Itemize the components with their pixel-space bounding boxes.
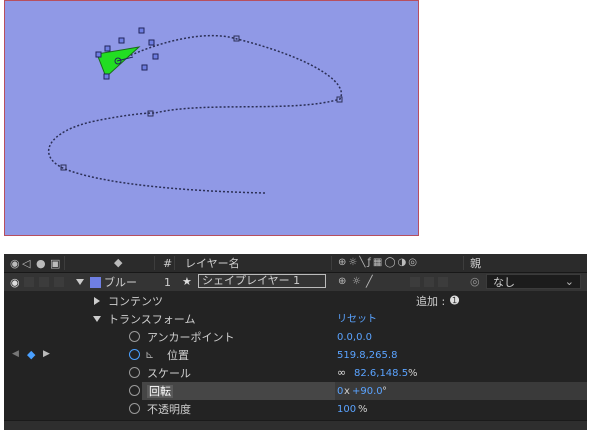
contents-row[interactable]: コンテンツ 追加 : ➊: [4, 292, 587, 310]
solo-icon[interactable]: ●: [36, 257, 46, 270]
motion-path-canvas: [47, 27, 343, 194]
position-label: 位置: [167, 349, 189, 362]
stopwatch-icon[interactable]: [129, 331, 140, 342]
rotation-value[interactable]: +90.0: [352, 385, 383, 398]
contents-label: コンテンツ: [108, 295, 163, 308]
parent-select-value: なし: [493, 276, 515, 289]
transform-label: トランスフォーム: [108, 313, 196, 326]
label-color-swatch[interactable]: [90, 277, 101, 288]
stopwatch-icon[interactable]: [129, 367, 140, 378]
column-parent: 親: [470, 257, 481, 270]
label-tag-icon[interactable]: ◆: [114, 256, 122, 269]
layer-row[interactable]: ◉ ブルー 1 ★ シェイプレイヤー 1 ⊕ ☼ ╱ ◎ なし ⌄: [4, 273, 587, 291]
collapse-transform-switch-icon[interactable]: ⊕: [338, 276, 346, 287]
shape-layer-triangle[interactable]: [96, 46, 141, 78]
constrain-proportions-link-icon[interactable]: ∞: [337, 366, 346, 379]
expand-layer-arrow-icon[interactable]: [76, 279, 84, 285]
opacity-unit: %: [358, 404, 368, 415]
rotation-turns[interactable]: 0: [337, 385, 343, 398]
rotation-unit: °: [382, 386, 387, 397]
layer-name-field[interactable]: シェイプレイヤー 1: [198, 274, 326, 288]
3d-switch[interactable]: [438, 277, 448, 287]
opacity-row[interactable]: 不透明度 100 %: [4, 400, 587, 418]
column-hash: #: [163, 257, 173, 270]
anchor-point-row[interactable]: アンカーポイント 0.0,0.0: [4, 328, 587, 346]
switches-icons: ⊕☼╲ƒ▦◯◑◎: [338, 257, 419, 268]
anchor-point-label: アンカーポイント: [147, 331, 235, 344]
expand-transform-arrow-icon[interactable]: [93, 316, 101, 322]
position-row[interactable]: ◀ ◆ ▶ ⊾ 位置 519.8,265.8: [4, 346, 587, 364]
transform-reset-link[interactable]: リセット: [337, 313, 377, 326]
stopwatch-icon[interactable]: [129, 403, 140, 414]
lock-switch[interactable]: [54, 277, 64, 287]
previous-keyframe-icon[interactable]: ◀: [12, 349, 19, 359]
column-header-row: ◉ ◁ ● ▣ ◆ # レイヤー名 ⊕☼╲ƒ▦◯◑◎ 親: [4, 254, 587, 273]
layer-index: 1: [164, 276, 171, 289]
scale-row[interactable]: スケール ∞ 82.6,148.5 %: [4, 364, 587, 382]
add-menu-icon[interactable]: ➊: [450, 294, 459, 307]
stopwatch-active-icon[interactable]: [129, 349, 140, 360]
transform-row[interactable]: トランスフォーム リセット: [4, 310, 587, 328]
keyframe-diamond-icon[interactable]: ◆: [27, 348, 35, 361]
parent-select[interactable]: なし ⌄: [486, 274, 581, 289]
audio-icon[interactable]: ◁: [22, 257, 30, 270]
quality-draft-icon[interactable]: ╱: [366, 275, 373, 288]
scale-unit: %: [408, 368, 418, 379]
scale-label: スケール: [147, 367, 191, 380]
timeline-layer-panel: ◉ ◁ ● ▣ ◆ # レイヤー名 ⊕☼╲ƒ▦◯◑◎ 親 ◉ ブルー 1 ★ シ…: [4, 254, 587, 430]
stopwatch-icon[interactable]: [129, 385, 140, 396]
composition-viewer[interactable]: [4, 0, 419, 236]
expand-contents-arrow-icon[interactable]: [94, 297, 100, 305]
quality-switch-icon[interactable]: ☼: [352, 276, 361, 287]
lock-icon[interactable]: ▣: [50, 257, 60, 270]
chevron-down-icon: ⌄: [564, 275, 574, 288]
pickwhip-icon[interactable]: ◎: [470, 275, 480, 288]
motion-blur-switch[interactable]: [410, 277, 420, 287]
solo-switch[interactable]: [39, 277, 49, 287]
scale-value[interactable]: 82.6,148.5: [354, 367, 408, 380]
position-value[interactable]: 519.8,265.8: [337, 349, 397, 362]
column-layer-name[interactable]: レイヤー名: [185, 257, 240, 270]
opacity-label: 不透明度: [147, 403, 191, 416]
motion-path[interactable]: [47, 34, 343, 194]
adjustment-switch[interactable]: [424, 277, 434, 287]
eye-icon[interactable]: ◉: [10, 257, 20, 270]
eye-icon[interactable]: ◉: [10, 276, 20, 289]
rotation-x: x: [344, 386, 350, 397]
label-color-name: ブルー: [104, 276, 137, 289]
graph-editor-icon[interactable]: ⊾: [145, 348, 154, 361]
star-shape-icon: ★: [182, 275, 192, 288]
rotation-label: 回転: [147, 385, 173, 398]
rotation-row[interactable]: 回転 0 x +90.0 °: [4, 382, 587, 400]
add-label[interactable]: 追加 :: [416, 295, 445, 308]
next-keyframe-icon[interactable]: ▶: [43, 349, 50, 359]
opacity-value[interactable]: 100: [337, 403, 356, 416]
audio-switch[interactable]: [24, 277, 34, 287]
anchor-point-value[interactable]: 0.0,0.0: [337, 331, 372, 344]
